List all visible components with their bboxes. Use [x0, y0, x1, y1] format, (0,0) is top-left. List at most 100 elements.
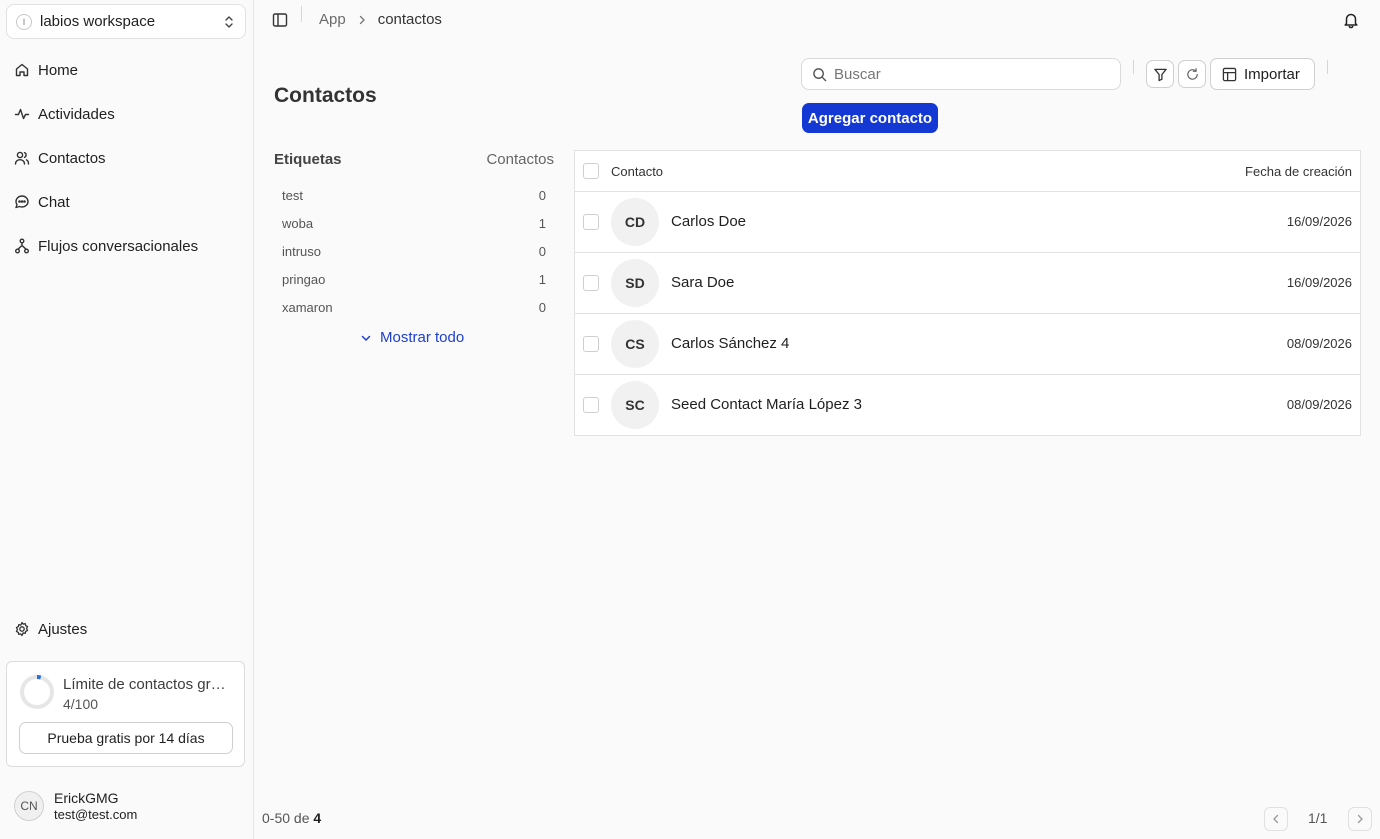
import-button[interactable]: Importar	[1210, 58, 1315, 90]
user-profile[interactable]: CN ErickGMG test@test.com	[14, 790, 137, 822]
table-row[interactable]: CS Carlos Sánchez 4 08/09/2026	[575, 314, 1360, 375]
sidebar-item-label: Home	[38, 61, 79, 79]
tag-name: woba	[282, 216, 314, 231]
tag-name: pringao	[282, 272, 326, 287]
user-email: test@test.com	[54, 807, 138, 822]
creation-date: 16/09/2026	[1286, 214, 1352, 229]
table-row[interactable]: SC Seed Contact María López 3 08/09/2026	[575, 375, 1360, 436]
contact-name: Seed Contact María López 3	[671, 396, 862, 413]
avatar: CS	[611, 320, 659, 368]
tag-item[interactable]: pringao 1	[274, 266, 554, 294]
show-all-label: Mostrar todo	[380, 329, 465, 346]
free-trial-button[interactable]: Prueba gratis por 14 días	[19, 722, 233, 754]
sidebar-item-flujos[interactable]: Flujos conversacionales	[6, 224, 246, 268]
tags-header: Etiquetas Contactos	[274, 151, 554, 171]
tag-name: test	[282, 188, 303, 203]
avatar: CD	[611, 198, 659, 246]
select-all-checkbox[interactable]	[583, 163, 599, 179]
sidebar-item-ajustes[interactable]: Ajustes	[6, 607, 246, 651]
column-header-contact[interactable]: Contacto	[611, 164, 663, 179]
tag-item[interactable]: woba 1	[274, 210, 554, 238]
tag-count: 0	[538, 244, 546, 259]
column-header-date[interactable]: Fecha de creación	[1245, 164, 1352, 179]
breadcrumb-current: contactos	[377, 11, 442, 28]
user-info: ErickGMG test@test.com	[54, 790, 137, 822]
table-row[interactable]: SD Sara Doe 16/09/2026	[575, 253, 1360, 314]
contacts-table: Contacto Fecha de creación CD Carlos Doe…	[574, 150, 1361, 436]
breadcrumb: App contactos	[319, 11, 442, 28]
tag-count: 0	[538, 300, 546, 315]
refresh-icon	[1186, 67, 1198, 80]
avatar: SD	[611, 259, 659, 307]
pagination-total: 4	[313, 810, 322, 826]
sidebar-nav: Home Actividades Contactos Chat Flujos c…	[6, 48, 246, 268]
search-icon	[813, 67, 827, 81]
show-all-tags-link[interactable]: Mostrar todo	[360, 329, 464, 346]
sidebar-item-chat[interactable]: Chat	[6, 180, 246, 224]
avatar: CN	[14, 791, 44, 821]
search-input[interactable]	[834, 65, 1104, 83]
row-checkbox[interactable]	[583, 275, 599, 291]
row-checkbox[interactable]	[583, 336, 599, 352]
chevron-left-icon	[1273, 814, 1279, 824]
bell-icon[interactable]	[1342, 11, 1360, 29]
page-indicator: 1/1	[1308, 810, 1328, 826]
table-import-icon	[1222, 67, 1237, 81]
divider	[301, 6, 302, 22]
workspace-avatar: l	[16, 13, 32, 30]
sidebar-settings: Ajustes	[6, 607, 246, 651]
gear-icon	[15, 621, 29, 637]
row-checkbox[interactable]	[583, 214, 599, 230]
creation-date: 08/09/2026	[1286, 397, 1352, 412]
sidebar-item-actividades[interactable]: Actividades	[6, 92, 246, 136]
chevron-right-icon	[1357, 814, 1363, 824]
activity-icon	[14, 108, 30, 120]
tag-name: xamaron	[282, 300, 333, 315]
home-icon	[15, 63, 29, 77]
search-box	[801, 58, 1121, 90]
workspace-switcher[interactable]: l labios workspace	[6, 4, 246, 39]
previous-page-button[interactable]	[1264, 807, 1288, 831]
contact-name: Sara Doe	[671, 274, 735, 291]
sidebar-item-home[interactable]: Home	[6, 48, 246, 92]
limit-progress-ring	[20, 675, 54, 709]
tags-header-label: Etiquetas	[274, 151, 342, 168]
limit-title: Límite de contactos gratuitos	[63, 676, 233, 693]
creation-date: 08/09/2026	[1286, 336, 1352, 351]
workspace-name: labios workspace	[40, 13, 156, 30]
tag-name: intruso	[282, 244, 322, 259]
tags-header-count: Contactos	[486, 151, 554, 168]
contact-name: Carlos Sánchez 4	[671, 335, 790, 352]
filter-button[interactable]	[1146, 60, 1174, 88]
row-checkbox[interactable]	[583, 397, 599, 413]
avatar: SC	[611, 381, 659, 429]
chevron-right-icon	[359, 15, 365, 24]
sidebar-item-label: Ajustes	[38, 620, 88, 638]
table-row[interactable]: CD Carlos Doe 16/09/2026	[575, 192, 1360, 253]
add-contact-button[interactable]: Agregar contacto	[802, 103, 938, 133]
tag-item[interactable]: test 0	[274, 182, 554, 210]
sidebar-toggle-icon[interactable]	[272, 12, 288, 28]
table-header: Contacto Fecha de creación	[575, 151, 1360, 192]
sidebar-item-contactos[interactable]: Contactos	[6, 136, 246, 180]
user-name: ErickGMG	[54, 790, 119, 806]
tag-count: 0	[538, 188, 546, 203]
tags-list: test 0 woba 1 intruso 0 pringao 1 xamaro…	[274, 182, 554, 322]
toolbar-divider	[1327, 60, 1328, 74]
sidebar-item-label: Flujos conversacionales	[38, 237, 199, 255]
top-bar: App contactos	[254, 0, 1380, 40]
chevron-down-icon	[361, 335, 371, 341]
pagination-range: 0-50 de 4	[262, 810, 321, 826]
next-page-button[interactable]	[1348, 807, 1372, 831]
tag-item[interactable]: intruso 0	[274, 238, 554, 266]
sidebar: l labios workspace Home Actividades Cont…	[0, 0, 254, 839]
page-title: Contactos	[274, 84, 377, 107]
sidebar-item-label: Contactos	[38, 149, 106, 167]
tag-count: 1	[538, 216, 546, 231]
chat-icon	[15, 195, 29, 209]
sidebar-item-label: Actividades	[38, 105, 115, 123]
breadcrumb-root[interactable]: App	[319, 11, 346, 28]
refresh-button[interactable]	[1178, 60, 1206, 88]
import-label: Importar	[1244, 65, 1300, 83]
tag-item[interactable]: xamaron 0	[274, 294, 554, 322]
